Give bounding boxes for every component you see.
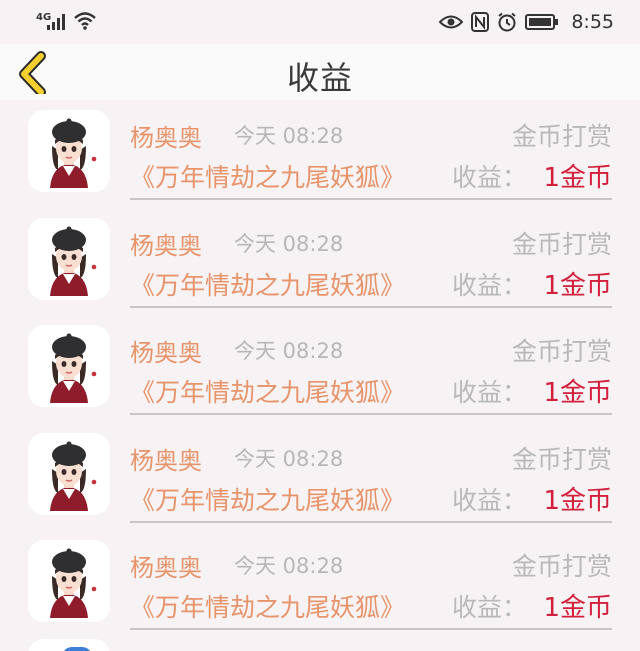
book-title: 《万年情劫之九尾妖狐》	[130, 485, 406, 515]
earnings-list: 杨奥奥 今天 08:28 金币打赏 《万年情劫之九尾妖狐》 收益： 1金币 杨奥…	[0, 100, 640, 638]
record-type: 金币打赏	[511, 552, 612, 581]
earnings-label: 收益：	[452, 485, 528, 515]
tipper-name: 杨奥奥	[130, 554, 202, 582]
earnings-amount: 1金币	[543, 163, 612, 193]
book-title: 《万年情劫之九尾妖狐》	[130, 378, 406, 407]
divider	[130, 520, 612, 523]
avatar-girl-icon	[28, 540, 110, 622]
divider	[130, 413, 612, 415]
avatar[interactable]	[28, 540, 110, 622]
book-title: 《万年情劫之九尾妖狐》	[130, 593, 406, 622]
avatar[interactable]	[28, 432, 110, 515]
avatar[interactable]	[28, 325, 110, 407]
earnings-amount: 1金币	[543, 270, 612, 301]
book-title: 《万年情劫之九尾妖狐》	[130, 163, 406, 192]
list-item[interactable]: 杨奥奥 今天 08:28 金币打赏 《万年情劫之九尾妖狐》 收益： 1金币	[0, 315, 640, 423]
record-time: 今天 08:28	[234, 124, 344, 148]
divider	[130, 198, 612, 200]
next-item-avatar-partial	[28, 639, 110, 651]
divider	[130, 305, 612, 308]
nfc-icon	[471, 12, 490, 32]
signal-icon	[47, 14, 65, 30]
earnings-amount: 1金币	[543, 378, 612, 408]
earnings-amount: 1金币	[543, 593, 612, 623]
record-type: 金币打赏	[511, 444, 612, 474]
divider	[130, 628, 612, 630]
avatar-girl-icon	[28, 110, 110, 192]
avatar[interactable]	[28, 110, 110, 192]
book-title: 《万年情劫之九尾妖狐》	[130, 270, 406, 300]
earnings-label: 收益：	[452, 163, 528, 192]
list-item[interactable]: 杨奥奥 今天 08:28 金币打赏 《万年情劫之九尾妖狐》 收益： 1金币	[0, 100, 640, 208]
earnings-label: 收益：	[452, 378, 528, 407]
record-time: 今天 08:28	[234, 446, 344, 471]
record-time: 今天 08:28	[234, 231, 344, 256]
list-item[interactable]: 杨奥奥 今天 08:28 金币打赏 《万年情劫之九尾妖狐》 收益： 1金币	[0, 530, 640, 638]
record-type: 金币打赏	[511, 229, 612, 259]
battery-icon	[525, 14, 559, 30]
avatar-girl-icon	[28, 217, 110, 300]
avatar-girl-icon	[28, 432, 110, 515]
tipper-name: 杨奥奥	[130, 231, 202, 260]
list-item[interactable]: 杨奥奥 今天 08:28 金币打赏 《万年情劫之九尾妖狐》 收益： 1金币	[0, 208, 640, 316]
wifi-icon	[74, 12, 96, 30]
tipper-name: 杨奥奥	[130, 339, 202, 367]
list-item[interactable]: 杨奥奥 今天 08:28 金币打赏 《万年情劫之九尾妖狐》 收益： 1金币	[0, 423, 640, 531]
avatar-shape-icon	[62, 647, 92, 651]
avatar[interactable]	[28, 217, 110, 300]
alarm-icon	[498, 12, 516, 32]
eye-icon	[439, 15, 464, 29]
clock-time: 8:55	[571, 11, 614, 33]
record-time: 今天 08:28	[234, 339, 344, 363]
avatar-girl-icon	[28, 325, 110, 407]
record-type: 金币打赏	[511, 337, 612, 366]
record-time: 今天 08:28	[234, 554, 344, 578]
earnings-label: 收益：	[452, 593, 528, 622]
record-type: 金币打赏	[511, 122, 612, 151]
tipper-name: 杨奥奥	[130, 446, 202, 475]
header-bar: 收益	[0, 44, 640, 100]
page-title: 收益	[286, 59, 353, 97]
tipper-name: 杨奥奥	[130, 124, 202, 152]
earnings-label: 收益：	[452, 270, 528, 300]
earnings-amount: 1金币	[543, 485, 612, 516]
status-bar: 4G 8:55	[0, 0, 640, 44]
